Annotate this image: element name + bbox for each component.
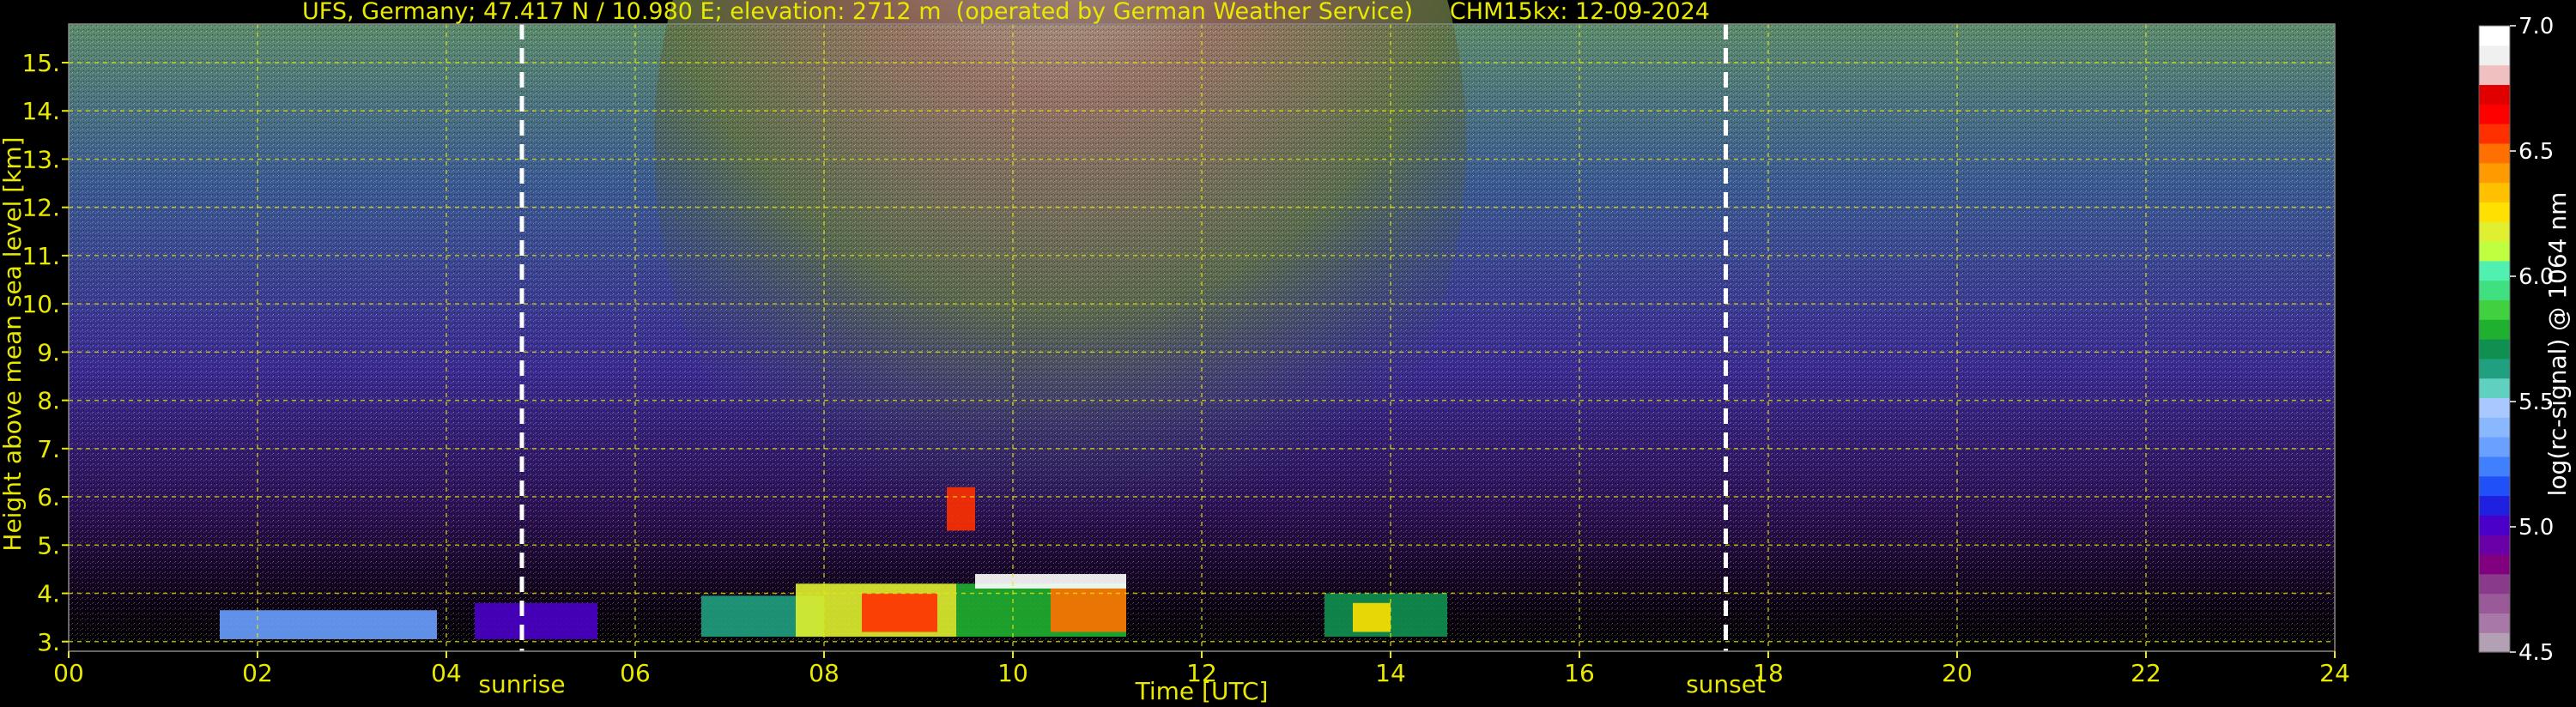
y-tick-label: 4. xyxy=(37,580,60,608)
colorbar-segment xyxy=(2479,632,2510,653)
colorbar-tick-label: 5.0 xyxy=(2518,515,2554,541)
sunrise-label: sunrise xyxy=(478,670,565,698)
colorbar-segment xyxy=(2479,142,2510,164)
y-tick-label: 10. xyxy=(21,290,60,318)
y-tick-label: 6. xyxy=(37,483,60,511)
signal-region xyxy=(220,610,437,639)
y-tick-label: 7. xyxy=(37,435,60,463)
colorbar-segment xyxy=(2479,397,2510,418)
colorbar-segment xyxy=(2479,437,2510,457)
chart-title: UFS, Germany; 47.417 N / 10.980 E; eleva… xyxy=(302,0,1710,25)
colorbar-segment xyxy=(2479,221,2510,242)
colorbar-segment xyxy=(2479,515,2510,535)
colorbar-segment xyxy=(2479,202,2510,222)
colorbar-segment xyxy=(2479,613,2510,633)
signal-region xyxy=(1353,602,1391,632)
colorbar-segment xyxy=(2479,240,2510,262)
colorbar-segment xyxy=(2479,553,2510,575)
signal-region xyxy=(862,593,937,632)
y-tick-label: 11. xyxy=(21,242,60,270)
signal-region xyxy=(947,486,975,531)
y-tick-label: 9. xyxy=(37,338,60,366)
x-tick-label: 06 xyxy=(620,659,651,687)
signal-region xyxy=(1051,588,1126,632)
y-axis-label: Height above mean sea level [km] xyxy=(0,136,27,551)
x-axis-label: Time [UTC] xyxy=(1135,677,1269,705)
colorbar-tick-label: 6.5 xyxy=(2518,139,2554,165)
x-tick-label: 14 xyxy=(1375,659,1406,687)
colorbar-label: log(rc-signal) @ 1064 nm xyxy=(2543,192,2572,497)
lidar-chart: sunrise sunset 00 02 04 06 08 10 12 14 16 18 20 22 24… xyxy=(0,0,2572,705)
x-tick-label: 02 xyxy=(242,659,273,687)
signal-region xyxy=(975,574,1126,589)
y-tick-label: 5. xyxy=(37,531,60,559)
signal-region xyxy=(475,602,597,639)
y-tick-label: 12. xyxy=(21,194,60,222)
y-tick-label: 15. xyxy=(21,49,60,77)
colorbar-segment xyxy=(2479,535,2510,555)
colorbar-tick-label: 7.0 xyxy=(2518,14,2554,39)
colorbar-segment xyxy=(2479,475,2510,497)
colorbar-segment xyxy=(2479,45,2510,66)
colorbar-segment xyxy=(2479,64,2510,86)
colorbar-segment xyxy=(2479,339,2510,360)
colorbar-segment xyxy=(2479,26,2510,46)
colorbar-segment xyxy=(2479,358,2510,379)
colorbar-segment xyxy=(2479,299,2510,320)
y-tick-label: 14. xyxy=(21,97,60,125)
x-tick-label: 24 xyxy=(2319,659,2350,687)
colorbar-segment xyxy=(2479,104,2510,124)
colorbar-segment xyxy=(2479,124,2510,144)
x-tick-label: 18 xyxy=(1753,659,1784,687)
colorbar-segment xyxy=(2479,573,2510,595)
colorbar-segment xyxy=(2479,495,2510,516)
colorbar-segment xyxy=(2479,280,2510,300)
y-tick-label: 3. xyxy=(37,628,60,656)
y-tick-label: 13. xyxy=(21,145,60,173)
colorbar-segment xyxy=(2479,593,2510,613)
colorbar-segment xyxy=(2479,260,2510,281)
x-tick-label: 16 xyxy=(1564,659,1595,687)
colorbar-tick-label: 4.5 xyxy=(2518,640,2554,666)
x-tick-label: 22 xyxy=(2131,659,2161,687)
colorbar-segment xyxy=(2479,84,2510,105)
colorbar-segment xyxy=(2479,417,2510,438)
colorbar-segment xyxy=(2479,319,2510,340)
x-tick-label: 00 xyxy=(53,659,84,687)
colorbar-segment xyxy=(2479,456,2510,477)
x-tick-label: 08 xyxy=(809,659,839,687)
x-tick-label: 04 xyxy=(431,659,462,687)
colorbar-segment xyxy=(2479,378,2510,399)
colorbar-segment xyxy=(2479,182,2510,202)
x-tick-label: 20 xyxy=(1942,659,1973,687)
x-tick-label: 10 xyxy=(997,659,1028,687)
y-tick-label: 8. xyxy=(37,387,60,415)
colorbar-segment xyxy=(2479,162,2510,184)
